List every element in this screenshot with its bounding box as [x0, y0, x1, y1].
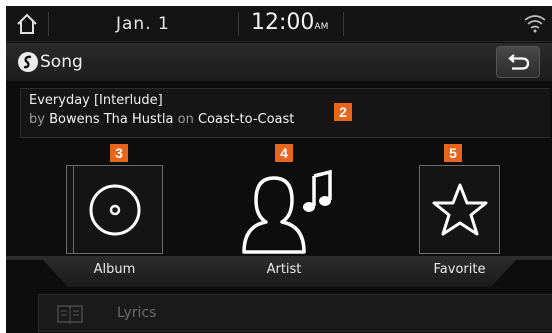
callout-badge: 2	[334, 103, 352, 121]
song-meta: by Bowens Tha Hustla on Coast-to-Coast	[29, 112, 294, 127]
book-icon	[57, 305, 83, 324]
clock-time: 12:00	[251, 10, 315, 35]
back-arrow-icon	[508, 54, 530, 70]
wifi-icon	[524, 15, 546, 33]
status-clock: 12:00AM	[251, 10, 328, 35]
page-title: Song	[40, 52, 83, 72]
lyrics-label: Lyrics	[117, 305, 157, 321]
lyrics-button[interactable]: Lyrics	[38, 294, 552, 332]
callout-badge: 3	[110, 144, 128, 162]
status-date: Jan. 1	[116, 14, 170, 34]
on-word: on	[177, 112, 194, 127]
back-button[interactable]	[496, 46, 540, 78]
favorite-label: Favorite	[433, 262, 486, 277]
by-word: by	[29, 112, 45, 127]
favorite-tile[interactable]	[419, 165, 500, 254]
album-label: Album	[93, 262, 136, 277]
home-button[interactable]	[14, 11, 40, 37]
home-icon	[17, 13, 37, 34]
album-spine	[73, 166, 74, 253]
callout-badge: 5	[444, 144, 462, 162]
status-bar: Jan. 1 12:00AM	[6, 6, 552, 42]
callout-badge: 4	[275, 144, 293, 162]
album-name: Coast-to-Coast	[197, 112, 295, 127]
disc-icon	[89, 184, 141, 236]
source-logo-icon	[18, 52, 38, 72]
artist-tile[interactable]	[234, 164, 334, 256]
song-info-panel: Everyday [Interlude] by Bowens Tha Hustl…	[20, 88, 550, 138]
clock-ampm: AM	[314, 22, 329, 32]
star-icon	[432, 183, 488, 236]
person-music-note-icon	[242, 169, 332, 254]
status-divider	[238, 12, 239, 36]
artist-name: Bowens Tha Hustla	[49, 112, 174, 127]
status-divider	[343, 12, 344, 36]
title-bar: Song	[6, 43, 552, 81]
song-title: Everyday [Interlude]	[29, 93, 163, 108]
artist-label: Artist	[266, 262, 302, 277]
status-divider	[48, 12, 49, 36]
head-unit-screen: Jan. 1 12:00AM Song 1 Everyday [Interlud…	[6, 6, 552, 333]
album-tile[interactable]	[66, 165, 163, 254]
